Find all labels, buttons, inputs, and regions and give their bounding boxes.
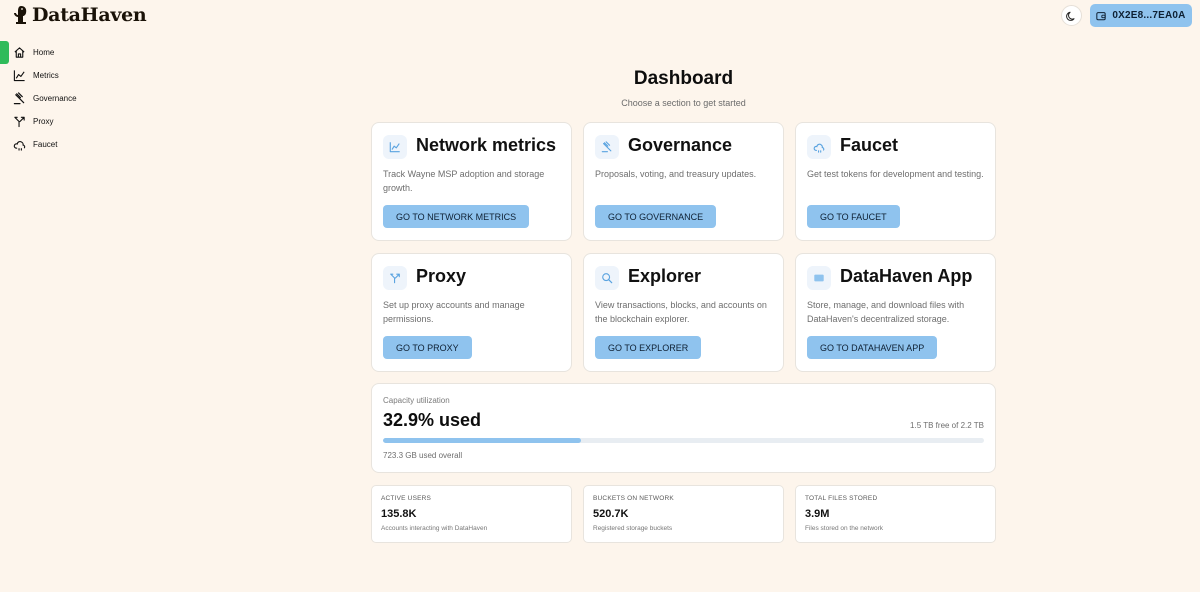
stat-value: 135.8K: [381, 508, 417, 520]
card-explorer: Explorer View transactions, blocks, and …: [583, 253, 784, 372]
card-description: Set up proxy accounts and manage permiss…: [383, 300, 525, 324]
stat-description: Accounts interacting with DataHaven: [381, 525, 488, 532]
sidebar: Home Metrics Governance Proxy Faucet: [0, 41, 180, 156]
go-to-network-metrics-button[interactable]: GO TO NETWORK METRICS: [383, 205, 530, 228]
capacity-progress-bar: [383, 438, 984, 443]
theme-toggle-button[interactable]: [1061, 5, 1082, 26]
sidebar-item-label: Faucet: [33, 140, 58, 149]
stat-value: 520.7K: [593, 508, 629, 520]
sidebar-item-home[interactable]: Home: [0, 41, 180, 64]
capacity-label: Capacity utilization: [383, 396, 450, 405]
gavel-icon: [13, 92, 25, 105]
brand-name: DataHaven: [32, 4, 147, 26]
page-subtitle: Choose a section to get started: [621, 98, 746, 108]
card-title: Network metrics: [416, 135, 557, 155]
card-title: Governance: [628, 135, 733, 155]
stat-label: ACTIVE USERS: [381, 495, 432, 502]
sidebar-item-faucet[interactable]: Faucet: [0, 133, 180, 156]
wallet-icon: [1096, 11, 1107, 20]
chart-line-icon: [383, 135, 407, 159]
sidebar-item-governance[interactable]: Governance: [0, 87, 180, 110]
card-faucet: Faucet Get test tokens for development a…: [795, 122, 996, 241]
home-icon: [14, 47, 25, 58]
card-title: Faucet: [840, 135, 899, 155]
card-network-metrics: Network metrics Track Wayne MSP adoption…: [371, 122, 572, 241]
split-arrow-icon: [383, 266, 407, 290]
stat-total-files: TOTAL FILES STORED 3.9M Files stored on …: [795, 485, 996, 543]
card-governance: Governance Proposals, voting, and treasu…: [583, 122, 784, 241]
search-icon: [595, 266, 619, 290]
go-to-explorer-button[interactable]: GO TO EXPLORER: [595, 336, 702, 359]
sidebar-item-metrics[interactable]: Metrics: [0, 64, 180, 87]
app-window-icon: [807, 266, 831, 290]
wallet-button[interactable]: 0X2E8...7EA0A: [1090, 4, 1192, 27]
card-datahaven-app: DataHaven App Store, manage, and downloa…: [795, 253, 996, 372]
chart-line-icon: [13, 70, 25, 82]
split-arrow-icon: [14, 116, 25, 128]
sidebar-item-label: Proxy: [33, 117, 54, 126]
card-title: Explorer: [628, 266, 702, 286]
stat-label: TOTAL FILES STORED: [805, 495, 878, 502]
stat-description: Registered storage buckets: [593, 525, 673, 532]
go-to-faucet-button[interactable]: GO TO FAUCET: [807, 205, 900, 228]
sidebar-item-label: Metrics: [33, 71, 59, 80]
gavel-icon: [595, 135, 619, 159]
card-description: Track Wayne MSP adoption and storage gro…: [383, 169, 545, 193]
capacity-utilization-panel: Capacity utilization 32.9% used 1.5 TB f…: [371, 383, 996, 473]
card-title: DataHaven App: [840, 266, 973, 286]
brand-logo[interactable]: DataHaven: [12, 4, 147, 26]
go-to-proxy-button[interactable]: GO TO PROXY: [383, 336, 472, 359]
cloud-icon: [807, 135, 831, 159]
card-description: Proposals, voting, and treasury updates.: [595, 169, 757, 179]
capacity-value: 32.9% used: [383, 410, 482, 430]
cloud-icon: [13, 140, 26, 151]
sidebar-item-proxy[interactable]: Proxy: [0, 110, 180, 133]
stat-label: BUCKETS ON NETWORK: [593, 495, 674, 502]
sidebar-item-label: Home: [33, 48, 55, 57]
capacity-progress-fill: [383, 438, 581, 443]
capacity-free: 1.5 TB free of 2.2 TB: [910, 421, 984, 430]
stat-description: Files stored on the network: [805, 525, 884, 532]
squirrel-logo-icon: [14, 6, 27, 24]
page-title: Dashboard: [633, 68, 734, 89]
stat-active-users: ACTIVE USERS 135.8K Accounts interacting…: [371, 485, 572, 543]
go-to-governance-button[interactable]: GO TO GOVERNANCE: [595, 205, 717, 228]
capacity-used: 723.3 GB used overall: [383, 451, 463, 460]
card-description: View transactions, blocks, and accounts …: [595, 300, 767, 324]
go-to-datahaven-app-button[interactable]: GO TO DATAHAVEN APP: [807, 336, 938, 359]
card-description: Store, manage, and download files with D…: [807, 300, 965, 324]
wallet-address: 0X2E8...7EA0A: [1112, 10, 1186, 21]
stat-value: 3.9M: [805, 508, 830, 520]
sidebar-item-label: Governance: [33, 94, 77, 103]
stat-buckets: BUCKETS ON NETWORK 520.7K Registered sto…: [583, 485, 784, 543]
card-description: Get test tokens for development and test…: [807, 169, 984, 179]
moon-icon: [1066, 11, 1075, 21]
card-title: Proxy: [416, 266, 467, 286]
card-proxy: Proxy Set up proxy accounts and manage p…: [371, 253, 572, 372]
